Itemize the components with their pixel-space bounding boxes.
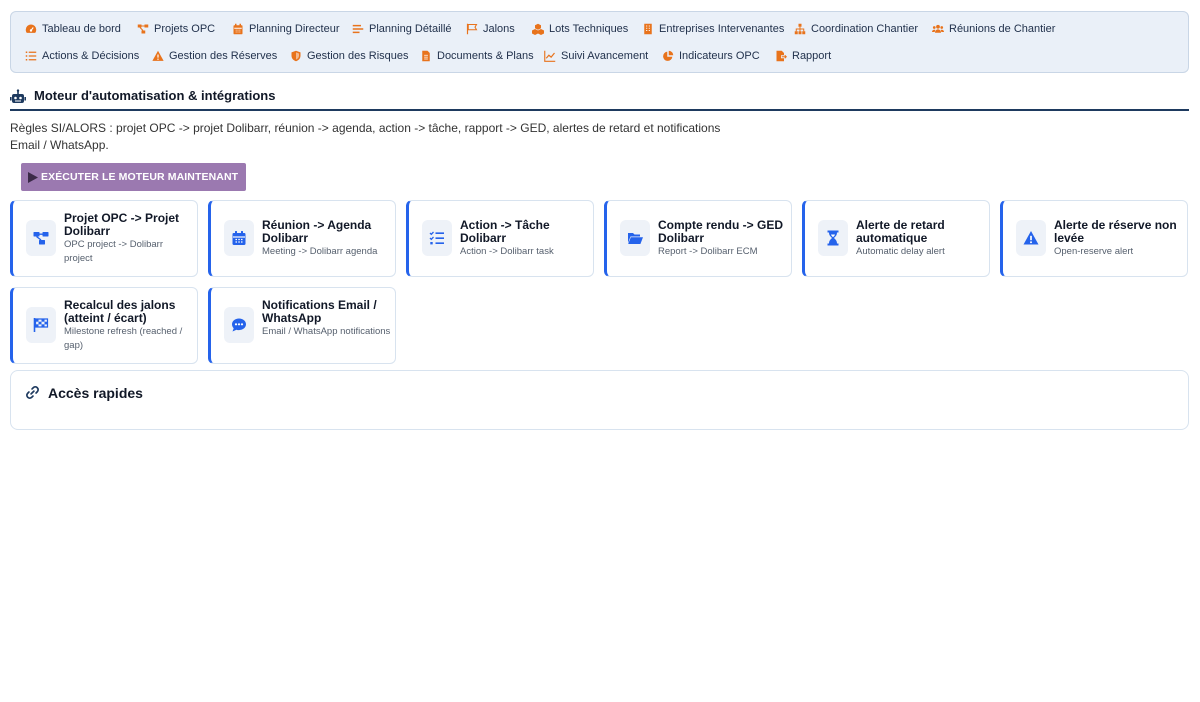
card-subtitle: OPC project -> Dolibarr project <box>64 239 163 264</box>
nav-label: Gestion des Réserves <box>169 50 278 62</box>
card-title: Compte rendu -> GED Dolibarr <box>658 218 784 245</box>
nav-label: Planning Directeur <box>249 23 340 35</box>
chat-icon <box>232 318 246 332</box>
shield-icon <box>291 50 301 62</box>
folder-open-icon <box>628 233 643 244</box>
rule-card-reunion-agenda[interactable]: Réunion -> Agenda Dolibarr Meeting -> Do… <box>208 200 396 277</box>
hourglass-icon <box>827 230 839 246</box>
card-title: Projet OPC -> Projet Dolibarr <box>64 211 180 238</box>
card-icon-box <box>422 220 452 256</box>
rule-card-action-tache[interactable]: Action -> Tâche Dolibarr Action -> Dolib… <box>406 200 594 277</box>
nav-label: Planning Détaillé <box>369 23 452 35</box>
quick-access-panel: Accès rapides <box>10 370 1189 430</box>
rule-card-compte-rendu-ged[interactable]: Compte rendu -> GED Dolibarr Report -> D… <box>604 200 792 277</box>
nav-suivi-avancement[interactable]: Suivi Avancement <box>544 47 648 65</box>
nav-actions-decisions[interactable]: Actions & Décisions <box>25 47 139 65</box>
nav-label: Suivi Avancement <box>561 50 649 62</box>
card-subtitle: Report -> Dolibarr ECM <box>658 246 758 257</box>
card-icon-box <box>1016 220 1046 256</box>
card-subtitle: Automatic delay alert <box>856 246 945 257</box>
nav-label: Actions & Décisions <box>42 50 140 62</box>
quick-access-title: Accès rapides <box>48 385 143 401</box>
card-title: Alerte de retard automatique <box>856 218 945 245</box>
rule-card-notifications[interactable]: Notifications Email / WhatsApp Email / W… <box>208 287 396 364</box>
link-icon <box>26 386 39 399</box>
nav-projets-opc[interactable]: Projets OPC <box>137 20 215 38</box>
nav-label: Jalons <box>483 23 515 35</box>
rule-card-recalcul-jalons[interactable]: Recalcul des jalons (atteint / écart) Mi… <box>10 287 198 364</box>
bars-icon <box>352 24 364 34</box>
section-description: Règles SI/ALORS : projet OPC -> projet D… <box>10 121 721 152</box>
card-icon-box <box>818 220 848 256</box>
building-icon <box>644 23 652 35</box>
users-icon <box>932 24 944 33</box>
nav-label: Gestion des Risques <box>307 50 409 62</box>
warning-icon <box>152 50 164 61</box>
nav-documents-plans[interactable]: Documents & Plans <box>420 47 534 65</box>
nav-label: Entreprises Intervenantes <box>659 23 785 35</box>
nav-lots-techniques[interactable]: Lots Techniques <box>532 20 628 38</box>
section-header: Moteur d'automatisation & intégrations <box>10 86 1189 111</box>
module-nav: Tableau de bord Projets OPC Planning Dir… <box>10 11 1189 73</box>
pie-chart-icon <box>663 50 674 61</box>
checkered-flag-icon <box>33 318 49 332</box>
nav-label: Rapport <box>792 50 832 62</box>
run-engine-button[interactable]: EXÉCUTER LE MOTEUR MAINTENANT <box>21 163 246 191</box>
robot-icon <box>10 89 26 103</box>
card-title: Recalcul des jalons (atteint / écart) <box>64 298 176 325</box>
card-icon-box <box>26 307 56 343</box>
card-title: Réunion -> Agenda Dolibarr <box>262 218 372 245</box>
run-engine-label: EXÉCUTER LE MOTEUR MAINTENANT <box>41 171 239 183</box>
sitemap-icon <box>794 23 806 35</box>
project-diagram-icon <box>137 24 149 34</box>
warning-icon <box>1023 231 1039 245</box>
rule-card-alerte-retard[interactable]: Alerte de retard automatique Automatic d… <box>802 200 990 277</box>
card-title: Action -> Tâche Dolibarr <box>460 218 550 245</box>
calendar-icon <box>233 23 243 35</box>
card-subtitle: Open-reserve alert <box>1054 246 1134 257</box>
card-title: Notifications Email / WhatsApp <box>262 298 377 325</box>
nav-gestion-risques[interactable]: Gestion des Risques <box>290 47 409 65</box>
flag-icon <box>466 23 478 35</box>
dashboard-icon <box>25 24 37 33</box>
play-icon <box>28 171 38 183</box>
section-title: Moteur d'automatisation & intégrations <box>34 88 276 103</box>
calendar-icon <box>232 231 246 245</box>
nav-planning-directeur[interactable]: Planning Directeur <box>232 20 340 38</box>
card-icon-box <box>224 307 254 343</box>
rule-card-alerte-reserve[interactable]: Alerte de réserve non levée Open-reserve… <box>1000 200 1188 277</box>
file-export-icon <box>776 50 787 62</box>
nav-label: Lots Techniques <box>549 23 629 35</box>
nav-entreprises-intervenantes[interactable]: Entreprises Intervenantes <box>642 20 784 38</box>
nav-rapport[interactable]: Rapport <box>775 47 831 65</box>
card-icon-box <box>620 220 650 256</box>
tasks-icon <box>429 231 444 245</box>
nav-coordination-chantier[interactable]: Coordination Chantier <box>794 20 918 38</box>
cubes-icon <box>532 23 544 35</box>
nav-tableau-de-bord[interactable]: Tableau de bord <box>25 20 121 38</box>
card-icon-box <box>26 220 56 256</box>
nav-label: Indicateurs OPC <box>679 50 760 62</box>
project-diagram-icon <box>33 232 49 245</box>
card-icon-box <box>224 220 254 256</box>
nav-jalons[interactable]: Jalons <box>466 20 515 38</box>
nav-label: Projets OPC <box>154 23 216 35</box>
nav-indicateurs-opc[interactable]: Indicateurs OPC <box>662 47 760 65</box>
rule-card-projet-opc[interactable]: Projet OPC -> Projet Dolibarr OPC projec… <box>10 200 198 277</box>
nav-label: Réunions de Chantier <box>949 23 1056 35</box>
card-subtitle: Email / WhatsApp notifications <box>262 326 391 337</box>
card-subtitle: Meeting -> Dolibarr agenda <box>262 246 378 257</box>
nav-label: Documents & Plans <box>437 50 534 62</box>
nav-gestion-reserves[interactable]: Gestion des Réserves <box>152 47 277 65</box>
card-subtitle: Milestone refresh (reached / gap) <box>64 326 183 351</box>
file-icon <box>422 50 430 62</box>
nav-reunions-chantier[interactable]: Réunions de Chantier <box>932 20 1055 38</box>
nav-label: Coordination Chantier <box>811 23 919 35</box>
card-subtitle: Action -> Dolibarr task <box>460 246 554 257</box>
list-icon <box>25 51 37 61</box>
card-title: Alerte de réserve non levée <box>1054 218 1177 245</box>
chart-line-icon <box>544 50 556 62</box>
nav-planning-detaille[interactable]: Planning Détaillé <box>352 20 452 38</box>
nav-label: Tableau de bord <box>42 23 121 35</box>
